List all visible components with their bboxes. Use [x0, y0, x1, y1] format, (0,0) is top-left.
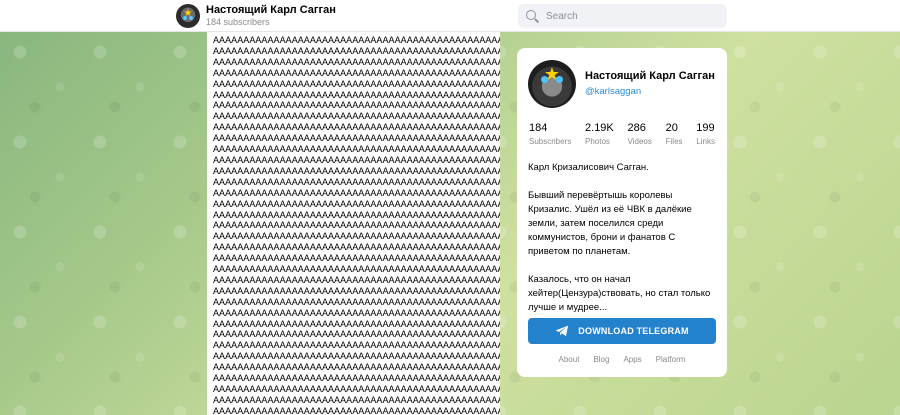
- stat-subscribers: 184 Subscribers: [529, 122, 571, 147]
- stat-videos: 286 Videos: [628, 122, 652, 147]
- message-line: AAAAAAAAAAAAAAAAAAAAAAAAAAAAAAAAAAAAAAAA…: [213, 67, 500, 78]
- message-line: AAAAAAAAAAAAAAAAAAAAAAAAAAAAAAAAAAAAAAAA…: [213, 307, 500, 318]
- message-column[interactable]: AAAAAAAAAAAAAAAAAAAAAAAAAAAAAAAAAAAAAAAA…: [207, 32, 500, 415]
- channel-description: Карл Кризалисович Сагган. Бывший перевёр…: [528, 162, 711, 313]
- message-line: AAAAAAAAAAAAAAAAAAAAAAAAAAAAAAAAAAAAAAAA…: [213, 89, 500, 100]
- stat-label: Photos: [585, 137, 610, 146]
- message-line: AAAAAAAAAAAAAAAAAAAAAAAAAAAAAAAAAAAAAAAA…: [213, 373, 500, 384]
- message-line: AAAAAAAAAAAAAAAAAAAAAAAAAAAAAAAAAAAAAAAA…: [213, 122, 500, 133]
- stat-value: 20: [665, 122, 678, 134]
- message-line: AAAAAAAAAAAAAAAAAAAAAAAAAAAAAAAAAAAAAAAA…: [213, 209, 500, 220]
- message-line: AAAAAAAAAAAAAAAAAAAAAAAAAAAAAAAAAAAAAAAA…: [213, 154, 500, 165]
- message-line: AAAAAAAAAAAAAAAAAAAAAAAAAAAAAAAAAAAAAAAA…: [213, 220, 500, 231]
- message-line: AAAAAAAAAAAAAAAAAAAAAAAAAAAAAAAAAAAAAAAA…: [213, 242, 500, 253]
- telegram-plane-icon: [555, 325, 569, 337]
- stat-value: 184: [529, 122, 548, 134]
- stat-label: Links: [696, 137, 715, 146]
- message-line: AAAAAAAAAAAAAAAAAAAAAAAAAAAAAAAAAAAAAAAA…: [213, 340, 500, 351]
- channel-name: Настоящий Карл Сагган: [206, 4, 336, 16]
- stat-value: 2.19K: [585, 122, 614, 134]
- message-line: AAAAAAAAAAAAAAAAAAAAAAAAAAAAAAAAAAAAAAAA…: [213, 165, 500, 176]
- message-line: AAAAAAAAAAAAAAAAAAAAAAAAAAAAAAAAAAAAAAAA…: [213, 274, 500, 285]
- search-box[interactable]: [518, 4, 727, 28]
- message-line: AAAAAAAAAAAAAAAAAAAAAAAAAAAAAAAAAAAAAAAA…: [213, 362, 500, 373]
- message-line: AAAAAAAAAAAAAAAAAAAAAAAAAAAAAAAAAAAAAAAA…: [213, 111, 500, 122]
- stats-row: 184 Subscribers 2.19K Photos 286 Videos …: [528, 122, 716, 147]
- message-line: AAAAAAAAAAAAAAAAAAAAAAAAAAAAAAAAAAAAAAAA…: [213, 187, 500, 198]
- footer-link-about[interactable]: About: [559, 355, 580, 364]
- stat-value: 199: [696, 122, 715, 134]
- message-line: AAAAAAAAAAAAAAAAAAAAAAAAAAAAAAAAAAAAAAAA…: [213, 176, 500, 187]
- message-line: AAAAAAAAAAAAAAAAAAAAAAAAAAAAAAAAAAAAAAAA…: [213, 100, 500, 111]
- channel-info-card: ★ Настоящий Карл Сагган @karlsaggan 184 …: [517, 48, 727, 377]
- download-label: DOWNLOAD TELEGRAM: [578, 326, 689, 336]
- subscriber-count: 184 subscribers: [206, 17, 270, 27]
- message-line: AAAAAAAAAAAAAAAAAAAAAAAAAAAAAAAAAAAAAAAA…: [213, 329, 500, 340]
- message-line: AAAAAAAAAAAAAAAAAAAAAAAAAAAAAAAAAAAAAAAA…: [213, 296, 500, 307]
- channel-header[interactable]: ★ Настоящий Карл Сагган 184 subscribers: [176, 3, 336, 29]
- card-title: Настоящий Карл Сагган: [585, 70, 715, 82]
- download-telegram-button[interactable]: DOWNLOAD TELEGRAM: [528, 318, 716, 344]
- search-icon: [520, 4, 544, 28]
- stat-links: 199 Links: [696, 122, 715, 147]
- message-line: AAAAAAAAAAAAAAAAAAAAAAAAAAAAAAAAAAAAAAAA…: [213, 144, 500, 155]
- message-line: AAAAAAAAAAAAAAAAAAAAAAAAAAAAAAAAAAAAAAAA…: [213, 405, 500, 415]
- top-bar: ★ Настоящий Карл Сагган 184 subscribers: [0, 0, 900, 32]
- channel-avatar-large: ★: [528, 60, 576, 108]
- message-line: AAAAAAAAAAAAAAAAAAAAAAAAAAAAAAAAAAAAAAAA…: [213, 231, 500, 242]
- footer-link-apps[interactable]: Apps: [623, 355, 641, 364]
- message-line: AAAAAAAAAAAAAAAAAAAAAAAAAAAAAAAAAAAAAAAA…: [213, 198, 500, 209]
- message-line: AAAAAAAAAAAAAAAAAAAAAAAAAAAAAAAAAAAAAAAA…: [213, 133, 500, 144]
- message-line: AAAAAAAAAAAAAAAAAAAAAAAAAAAAAAAAAAAAAAAA…: [213, 384, 500, 394]
- stat-photos: 2.19K Photos: [585, 122, 614, 147]
- stat-label: Subscribers: [529, 137, 572, 146]
- message-line: AAAAAAAAAAAAAAAAAAAAAAAAAAAAAAAAAAAAAAAA…: [213, 78, 500, 89]
- message-line: AAAAAAAAAAAAAAAAAAAAAAAAAAAAAAAAAAAAAAAA…: [213, 318, 500, 329]
- message-line: AAAAAAAAAAAAAAAAAAAAAAAAAAAAAAAAAAAAAAAA…: [213, 35, 500, 45]
- message-line: AAAAAAAAAAAAAAAAAAAAAAAAAAAAAAAAAAAAAAAA…: [213, 285, 500, 296]
- message-line: AAAAAAAAAAAAAAAAAAAAAAAAAAAAAAAAAAAAAAAA…: [213, 253, 500, 264]
- message-line: AAAAAAAAAAAAAAAAAAAAAAAAAAAAAAAAAAAAAAAA…: [213, 45, 500, 56]
- message-line: AAAAAAAAAAAAAAAAAAAAAAAAAAAAAAAAAAAAAAAA…: [213, 394, 500, 405]
- stat-label: Files: [665, 137, 683, 146]
- stat-label: Videos: [627, 137, 652, 146]
- message-line: AAAAAAAAAAAAAAAAAAAAAAAAAAAAAAAAAAAAAAAA…: [213, 264, 500, 275]
- message-line: AAAAAAAAAAAAAAAAAAAAAAAAAAAAAAAAAAAAAAAA…: [213, 56, 500, 67]
- stat-value: 286: [627, 122, 646, 134]
- search-input[interactable]: [546, 10, 716, 22]
- footer-link-blog[interactable]: Blog: [593, 355, 609, 364]
- footer-links: About Blog Apps Platform: [517, 355, 727, 364]
- footer-link-platform[interactable]: Platform: [656, 355, 686, 364]
- channel-handle-link[interactable]: @karlsaggan: [585, 85, 715, 99]
- message-line: AAAAAAAAAAAAAAAAAAAAAAAAAAAAAAAAAAAAAAAA…: [213, 351, 500, 362]
- stat-files: 20 Files: [666, 122, 683, 147]
- channel-avatar: ★: [176, 4, 200, 28]
